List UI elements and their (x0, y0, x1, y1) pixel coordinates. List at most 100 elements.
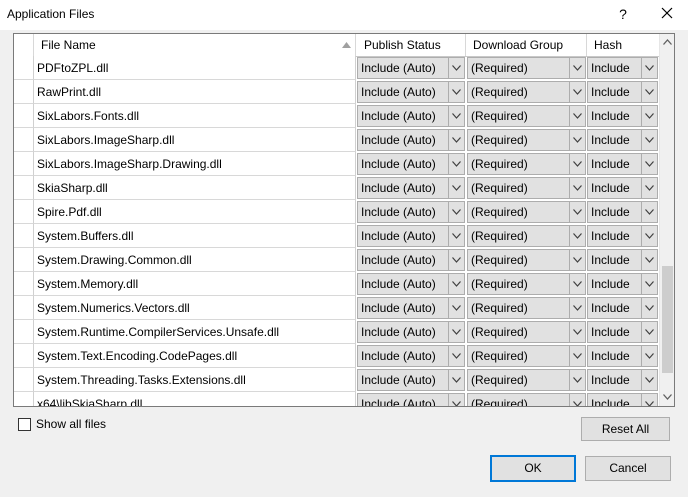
dropdown-button[interactable] (641, 370, 657, 390)
row-selector[interactable] (14, 320, 34, 344)
download-group-combo[interactable]: (Required) (467, 369, 586, 391)
row-selector[interactable] (14, 80, 34, 104)
scroll-up-button[interactable] (660, 34, 674, 51)
download-group-combo[interactable]: (Required) (467, 249, 586, 271)
publish-status-combo[interactable]: Include (Auto) (357, 369, 465, 391)
dropdown-button[interactable] (569, 178, 585, 198)
hash-combo[interactable]: Include (587, 345, 658, 367)
column-header-download-group[interactable]: Download Group (466, 34, 587, 56)
scroll-thumb[interactable] (662, 266, 673, 373)
publish-status-combo[interactable]: Include (Auto) (357, 273, 465, 295)
dropdown-button[interactable] (569, 106, 585, 126)
dropdown-button[interactable] (569, 394, 585, 406)
download-group-combo[interactable]: (Required) (467, 321, 586, 343)
dropdown-button[interactable] (569, 346, 585, 366)
dropdown-button[interactable] (569, 154, 585, 174)
dropdown-button[interactable] (641, 226, 657, 246)
publish-status-combo[interactable]: Include (Auto) (357, 129, 465, 151)
dropdown-button[interactable] (448, 82, 464, 102)
table-row[interactable]: System.Memory.dll Include (Auto) (Required… (14, 272, 659, 296)
cancel-button[interactable]: Cancel (585, 456, 671, 481)
publish-status-combo[interactable]: Include (Auto) (357, 249, 465, 271)
dropdown-button[interactable] (569, 130, 585, 150)
download-group-combo[interactable]: (Required) (467, 129, 586, 151)
dropdown-button[interactable] (641, 58, 657, 78)
publish-status-combo[interactable]: Include (Auto) (357, 81, 465, 103)
dropdown-button[interactable] (641, 250, 657, 270)
hash-combo[interactable]: Include (587, 81, 658, 103)
reset-all-button[interactable]: Reset All (581, 417, 670, 441)
column-header-publish-status[interactable]: Publish Status (357, 34, 466, 56)
download-group-combo[interactable]: (Required) (467, 345, 586, 367)
hash-combo[interactable]: Include (587, 105, 658, 127)
dropdown-button[interactable] (569, 274, 585, 294)
show-all-files-checkbox[interactable] (18, 418, 31, 431)
dropdown-button[interactable] (641, 298, 657, 318)
publish-status-combo[interactable]: Include (Auto) (357, 393, 465, 406)
hash-combo[interactable]: Include (587, 249, 658, 271)
table-row[interactable]: PDFtoZPL.dll Include (Auto) (Required) Incl… (14, 56, 659, 80)
table-row[interactable]: SkiaSharp.dll Include (Auto) (Required) Inc… (14, 176, 659, 200)
publish-status-combo[interactable]: Include (Auto) (357, 105, 465, 127)
hash-combo[interactable]: Include (587, 177, 658, 199)
hash-combo[interactable]: Include (587, 153, 658, 175)
dropdown-button[interactable] (448, 298, 464, 318)
publish-status-combo[interactable]: Include (Auto) (357, 57, 465, 79)
table-row[interactable]: x64\libSkiaSharp.dll Include (Auto) (Requi… (14, 392, 659, 406)
dropdown-button[interactable] (448, 274, 464, 294)
publish-status-combo[interactable]: Include (Auto) (357, 345, 465, 367)
download-group-combo[interactable]: (Required) (467, 393, 586, 406)
dropdown-button[interactable] (641, 106, 657, 126)
dropdown-button[interactable] (448, 322, 464, 342)
hash-combo[interactable]: Include (587, 393, 658, 406)
dropdown-button[interactable] (448, 370, 464, 390)
table-row[interactable]: Spire.Pdf.dll Include (Auto) (Required) Inc… (14, 200, 659, 224)
dropdown-button[interactable] (641, 154, 657, 174)
publish-status-combo[interactable]: Include (Auto) (357, 297, 465, 319)
hash-combo[interactable]: Include (587, 201, 658, 223)
dropdown-button[interactable] (641, 178, 657, 198)
dropdown-button[interactable] (448, 154, 464, 174)
table-row[interactable]: RawPrint.dll Include (Auto) (Required) Incl… (14, 80, 659, 104)
hash-combo[interactable]: Include (587, 273, 658, 295)
dropdown-button[interactable] (641, 274, 657, 294)
table-row[interactable]: System.Buffers.dll Include (Auto) (Require… (14, 224, 659, 248)
download-group-combo[interactable]: (Required) (467, 105, 586, 127)
help-button[interactable]: ? (612, 4, 634, 24)
table-row[interactable]: System.Text.Encoding.CodePages.dll Includ… (14, 344, 659, 368)
row-selector[interactable] (14, 200, 34, 224)
dropdown-button[interactable] (448, 58, 464, 78)
download-group-combo[interactable]: (Required) (467, 81, 586, 103)
row-selector[interactable] (14, 176, 34, 200)
publish-status-combo[interactable]: Include (Auto) (357, 321, 465, 343)
dropdown-button[interactable] (569, 58, 585, 78)
dropdown-button[interactable] (448, 178, 464, 198)
dropdown-button[interactable] (448, 250, 464, 270)
row-selector[interactable] (14, 392, 34, 406)
row-selector[interactable] (14, 344, 34, 368)
publish-status-combo[interactable]: Include (Auto) (357, 201, 465, 223)
row-selector[interactable] (14, 248, 34, 272)
publish-status-combo[interactable]: Include (Auto) (357, 177, 465, 199)
dropdown-button[interactable] (448, 394, 464, 406)
dropdown-button[interactable] (641, 82, 657, 102)
dropdown-button[interactable] (641, 130, 657, 150)
download-group-combo[interactable]: (Required) (467, 153, 586, 175)
download-group-combo[interactable]: (Required) (467, 273, 586, 295)
download-group-combo[interactable]: (Required) (467, 297, 586, 319)
dropdown-button[interactable] (569, 298, 585, 318)
download-group-combo[interactable]: (Required) (467, 57, 586, 79)
row-selector[interactable] (14, 224, 34, 248)
download-group-combo[interactable]: (Required) (467, 201, 586, 223)
table-row[interactable]: SixLabors.ImageSharp.dll Include (Auto) (R… (14, 128, 659, 152)
dropdown-button[interactable] (569, 202, 585, 222)
table-row[interactable]: SixLabors.ImageSharp.Drawing.dll Include … (14, 152, 659, 176)
dropdown-button[interactable] (569, 250, 585, 270)
table-row[interactable]: SixLabors.Fonts.dll Include (Auto) (Requir… (14, 104, 659, 128)
table-row[interactable]: System.Threading.Tasks.Extensions.dll Inc… (14, 368, 659, 392)
table-row[interactable]: System.Drawing.Common.dll Include (Auto) (… (14, 248, 659, 272)
dropdown-button[interactable] (641, 394, 657, 406)
row-selector[interactable] (14, 152, 34, 176)
dropdown-button[interactable] (641, 202, 657, 222)
scroll-down-button[interactable] (660, 389, 674, 406)
